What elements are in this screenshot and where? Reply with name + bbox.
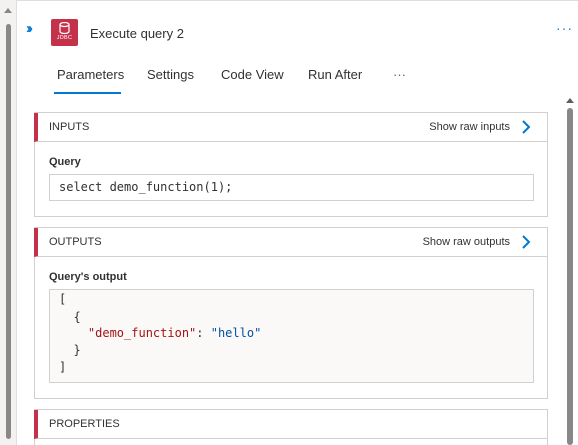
left-scrollbar[interactable] <box>0 0 17 445</box>
json-key: "demo_function" <box>87 326 197 340</box>
inputs-section-header[interactable]: INPUTS Show raw inputs <box>34 113 547 142</box>
active-tab-indicator <box>54 92 121 94</box>
tab-settings[interactable]: Settings <box>147 67 194 82</box>
show-raw-inputs-link[interactable]: Show raw inputs <box>429 121 510 133</box>
properties-section-header[interactable]: PROPERTIES <box>34 410 547 439</box>
top-divider <box>17 0 578 5</box>
json-open-brace: { <box>59 310 81 324</box>
tab-more-options[interactable]: ··· <box>393 67 406 82</box>
database-icon <box>59 22 70 34</box>
right-scrollbar-thumb[interactable] <box>567 108 573 445</box>
action-title[interactable]: Execute query 2 <box>90 26 184 41</box>
query-field-label: Query <box>49 156 81 168</box>
json-open-bracket: [ <box>59 292 67 306</box>
tab-run-after[interactable]: Run After <box>308 67 362 82</box>
scroll-up-arrow-icon[interactable] <box>4 8 12 13</box>
chevron-right-icon[interactable] <box>521 234 531 250</box>
query-output-box: [ { "demo_function": "hello" } ] <box>49 289 534 383</box>
outputs-section: OUTPUTS Show raw outputs Query's output … <box>34 227 548 399</box>
json-value: "hello" <box>210 326 262 340</box>
tab-parameters[interactable]: Parameters <box>57 67 124 82</box>
jdbc-connector-icon: JDBC <box>51 19 78 46</box>
query-output-label: Query's output <box>49 271 127 283</box>
chevron-right-icon[interactable] <box>521 119 531 135</box>
query-value: select demo_function(1); <box>59 180 233 194</box>
properties-section-title: PROPERTIES <box>49 418 120 430</box>
left-scrollbar-thumb[interactable] <box>6 24 11 439</box>
expand-panel-icon[interactable]: ›› <box>26 20 33 37</box>
json-line-pair: "demo_function": "hello" <box>59 326 261 340</box>
properties-section: PROPERTIES <box>34 409 548 445</box>
more-options-button[interactable]: ··· <box>556 20 573 36</box>
inputs-section: INPUTS Show raw inputs Query select demo… <box>34 112 548 217</box>
scroll-up-arrow-icon[interactable] <box>566 98 574 103</box>
json-close-bracket: ] <box>59 360 67 374</box>
right-scrollbar[interactable] <box>562 96 578 445</box>
json-separator: : <box>196 326 211 340</box>
outputs-section-title: OUTPUTS <box>49 236 102 248</box>
query-value-box: select demo_function(1); <box>49 174 534 201</box>
outputs-section-header[interactable]: OUTPUTS Show raw outputs <box>34 228 547 257</box>
jdbc-icon-label: JDBC <box>56 35 73 41</box>
tab-code-view[interactable]: Code View <box>221 67 284 82</box>
json-close-brace: } <box>59 343 81 357</box>
show-raw-outputs-link[interactable]: Show raw outputs <box>423 236 510 248</box>
inputs-section-title: INPUTS <box>49 121 90 133</box>
